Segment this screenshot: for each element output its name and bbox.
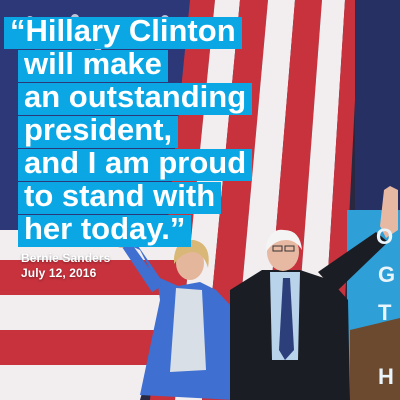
- bernie-figure: [230, 186, 398, 400]
- quote-line: to stand with: [18, 179, 222, 214]
- quote-line: and I am proud: [18, 146, 253, 181]
- quote-line: an outstanding: [18, 80, 253, 115]
- banner-letter: G: [378, 262, 396, 287]
- attribution-date: July 12, 2016: [21, 266, 97, 280]
- hillary-figure: [115, 232, 235, 400]
- banner-letter: O: [376, 224, 394, 249]
- quote-line: president,: [18, 113, 179, 148]
- attribution-name: Bernie Sanders: [21, 251, 111, 265]
- quote-line: will make: [18, 47, 168, 82]
- quote-line: “Hillary Clinton: [4, 14, 242, 49]
- banner-letter: H: [378, 364, 394, 389]
- banner-letter: T: [378, 300, 392, 325]
- campaign-quote-graphic: O G T H “Hillary Clinton will make an ou…: [0, 0, 400, 400]
- quote-line: her today.”: [18, 212, 192, 247]
